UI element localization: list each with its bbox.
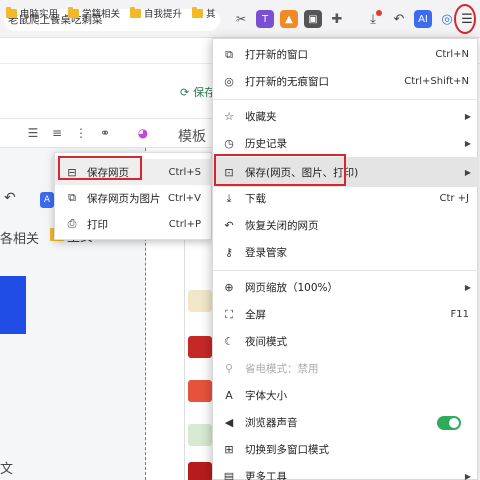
menu-download[interactable]: ⤓ 下载 Ctr +J bbox=[213, 185, 479, 212]
inner-text: 文 bbox=[0, 462, 14, 477]
menu-button-highlight bbox=[454, 4, 476, 34]
fox-extension-icon[interactable]: ▲ bbox=[280, 10, 298, 28]
inner-bookmark-label: 各相关 bbox=[0, 232, 40, 247]
menu-font-size[interactable]: A 字体大小 bbox=[213, 382, 479, 409]
save-hint: ⟳ 保存 bbox=[180, 85, 216, 100]
folder-icon bbox=[6, 6, 17, 18]
chevron-right-icon: ▶ bbox=[464, 139, 471, 148]
color-wheel-icon[interactable]: ◕ bbox=[136, 126, 150, 140]
favorites-icon: ☆ bbox=[224, 110, 234, 123]
link-icon[interactable]: ⚭ bbox=[98, 126, 112, 140]
folder-icon bbox=[68, 6, 79, 18]
inner-undo-icon: ↶ bbox=[4, 190, 16, 206]
new-window-icon: ⧉ bbox=[225, 47, 233, 61]
history-icon: ◷ bbox=[224, 137, 234, 150]
save-image-icon: ⧉ bbox=[68, 191, 76, 204]
fullscreen-icon: ⛶ bbox=[225, 307, 233, 321]
browser-main-menu: ⧉ 打开新的窗口 Ctrl+N ◎ 打开新的无痕窗口 Ctrl+Shift+N … bbox=[212, 38, 479, 480]
menu-login-manager[interactable]: ⚷ 登录管家 bbox=[213, 239, 479, 266]
template-thumb[interactable] bbox=[188, 380, 212, 402]
more-tools-icon: ▤ bbox=[223, 470, 235, 480]
multi-window-icon: ⊞ bbox=[224, 443, 234, 456]
menu-new-window[interactable]: ⧉ 打开新的窗口 Ctrl+N bbox=[213, 41, 479, 68]
blue-block bbox=[0, 276, 26, 334]
key-icon: ⚷ bbox=[224, 246, 234, 259]
chevron-right-icon: ▶ bbox=[464, 112, 471, 121]
menu-fullscreen[interactable]: ⛶ 全屏 F11 bbox=[213, 301, 479, 328]
menu-separator bbox=[213, 270, 479, 271]
folder-icon bbox=[192, 6, 203, 18]
menu-restore-closed[interactable]: ↶ 恢复关闭的网页 bbox=[213, 212, 479, 239]
power-save-icon: ⚲ bbox=[224, 362, 234, 375]
puzzle-icon[interactable]: ✚ bbox=[328, 10, 346, 28]
submenu-print[interactable]: ⎙ 打印 Ctrl+P bbox=[55, 211, 213, 237]
align-icon[interactable]: ☰ bbox=[26, 126, 40, 140]
chevron-right-icon: ▶ bbox=[464, 283, 471, 292]
menu-zoom[interactable]: ⊕ 网页缩放（100%） ▶ bbox=[213, 274, 479, 301]
notification-dot bbox=[376, 10, 382, 16]
template-thumb[interactable] bbox=[188, 290, 212, 312]
print-icon: ⎙ bbox=[67, 217, 77, 230]
chevron-right-icon: ▶ bbox=[464, 167, 471, 177]
restore-icon: ↶ bbox=[224, 219, 234, 232]
right-column-title: 模板 bbox=[178, 129, 206, 145]
incognito-icon: ◎ bbox=[224, 75, 234, 88]
submenu-save-as-image[interactable]: ⧉ 保存网页为图片 Ctrl+V bbox=[55, 185, 213, 211]
sound-toggle[interactable] bbox=[437, 415, 461, 430]
chevron-right-icon: ▶ bbox=[464, 472, 471, 480]
bookmark-item[interactable]: 电脑实用 bbox=[6, 6, 58, 20]
menu-power-save: ⚲ 省电模式：禁用 bbox=[213, 355, 479, 382]
template-thumb[interactable] bbox=[188, 336, 212, 358]
ordered-list-icon[interactable]: ≡ bbox=[50, 126, 64, 140]
inner-ai-icon: A bbox=[40, 192, 54, 208]
menu-new-incognito-window[interactable]: ◎ 打开新的无痕窗口 Ctrl+Shift+N bbox=[213, 68, 479, 95]
bullet-list-icon[interactable]: ⋮ bbox=[74, 126, 88, 140]
menu-multi-window[interactable]: ⊞ 切换到多窗口模式 bbox=[213, 436, 479, 463]
download-icon: ⤓ bbox=[226, 191, 232, 205]
template-thumb[interactable] bbox=[188, 424, 212, 446]
extension-purple-icon[interactable]: T bbox=[256, 10, 274, 28]
menu-separator bbox=[213, 99, 479, 100]
folder-icon bbox=[130, 6, 141, 18]
menu-more-tools[interactable]: ▤ 更多工具 ▶ bbox=[213, 463, 479, 480]
menu-night-mode[interactable]: ☾ 夜间模式 bbox=[213, 328, 479, 355]
menu-favorites[interactable]: ☆ 收藏夹 ▶ bbox=[213, 103, 479, 130]
sound-icon: ◀ bbox=[224, 416, 234, 429]
font-size-icon: A bbox=[225, 389, 233, 402]
ai-icon[interactable]: AI bbox=[414, 10, 432, 28]
submenu-highlight-box bbox=[58, 156, 142, 180]
template-thumb[interactable] bbox=[188, 462, 212, 480]
bookmark-item[interactable]: 学籍相关 bbox=[68, 6, 120, 20]
scissors-icon[interactable]: ✂ bbox=[232, 10, 250, 28]
undo-icon[interactable]: ↶ bbox=[390, 10, 408, 28]
window-icon[interactable]: ▣ bbox=[304, 10, 322, 28]
moon-icon: ☾ bbox=[224, 335, 234, 348]
bookmark-item[interactable]: 其 bbox=[192, 6, 216, 20]
bookmark-item[interactable]: 自我提升 bbox=[130, 6, 182, 20]
menu-history[interactable]: ◷ 历史记录 ▶ bbox=[213, 130, 479, 157]
menu-highlight-box bbox=[214, 154, 346, 186]
menu-browser-sound[interactable]: ◀ 浏览器声音 bbox=[213, 409, 479, 436]
cloud-sync-icon: ⟳ bbox=[180, 85, 190, 99]
zoom-icon: ⊕ bbox=[224, 281, 234, 294]
